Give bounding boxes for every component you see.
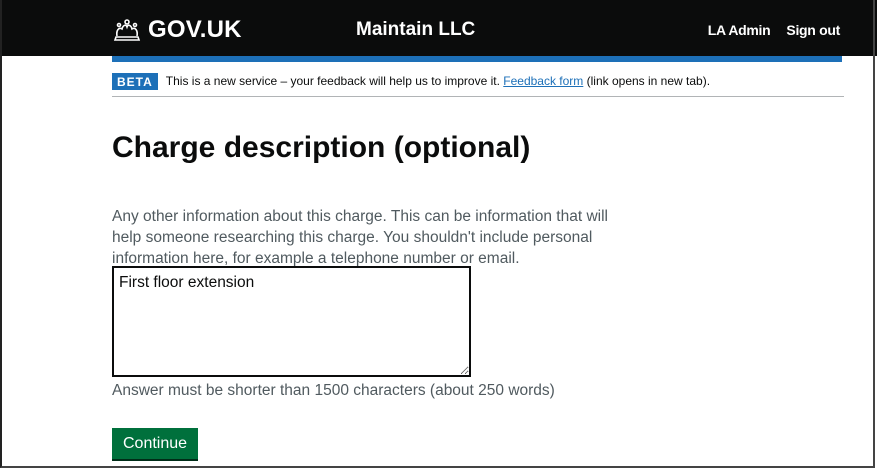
beta-tag: BETA — [112, 72, 158, 90]
phase-banner-link-note: (link opens in new tab). — [583, 74, 711, 88]
site-header: GOV.UK Maintain LLC LA Admin Sign out — [0, 0, 877, 56]
header-blue-stripe — [112, 56, 842, 62]
sign-out-link[interactable]: Sign out — [786, 22, 840, 38]
page-title: Charge description (optional) — [112, 131, 531, 164]
charge-description-textarea[interactable]: First floor extension — [112, 266, 471, 377]
character-count-message: Answer must be shorter than 1500 charact… — [112, 382, 555, 399]
service-name-link[interactable]: Maintain LLC — [356, 19, 475, 41]
phase-banner-message: This is a new service – your feedback wi… — [165, 74, 504, 88]
logo-text: GOV.UK — [148, 16, 242, 43]
phase-banner: BETA This is a new service – your feedba… — [112, 66, 844, 97]
phase-banner-text: This is a new service – your feedback wi… — [166, 74, 710, 88]
header-navigation: LA Admin Sign out — [708, 22, 841, 38]
govuk-logo-link[interactable]: GOV.UK — [112, 16, 242, 44]
crown-icon — [112, 18, 142, 42]
charge-description-hint: Any other information about this charge.… — [112, 208, 608, 267]
la-admin-link[interactable]: LA Admin — [708, 22, 771, 38]
feedback-form-link[interactable]: Feedback form — [503, 74, 583, 88]
continue-button[interactable]: Continue — [112, 428, 199, 459]
